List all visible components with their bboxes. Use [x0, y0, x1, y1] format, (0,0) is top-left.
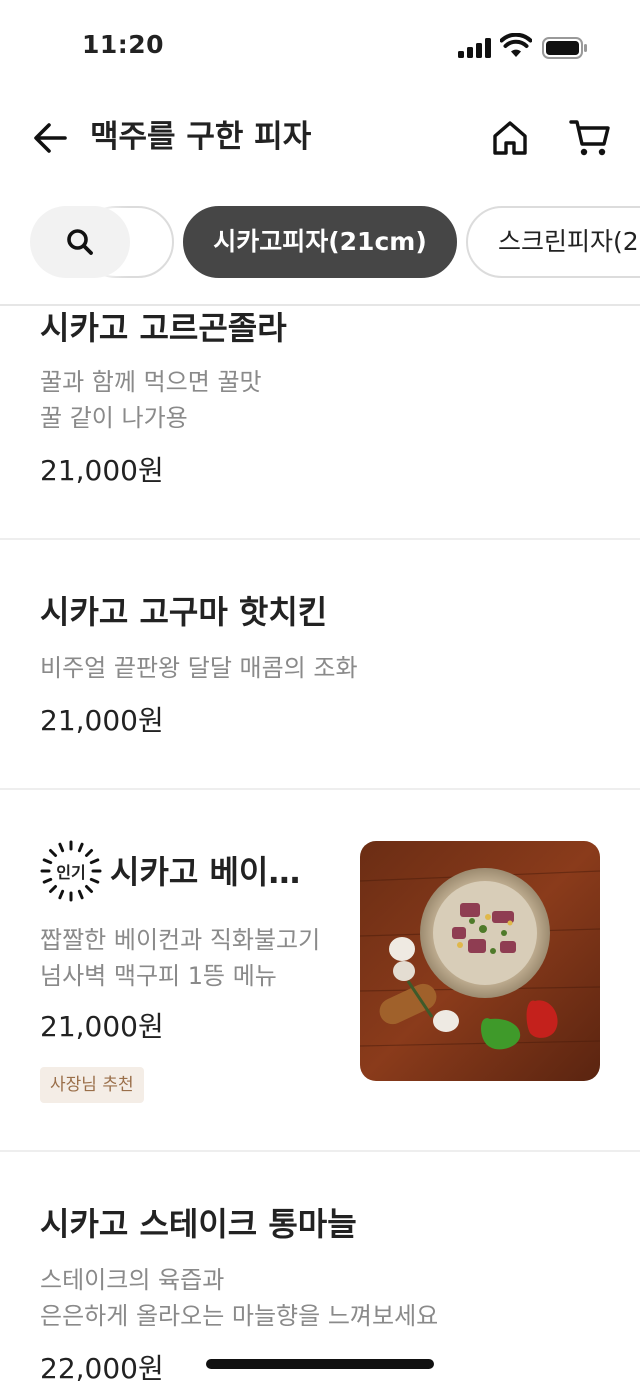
cart-icon [569, 120, 610, 156]
description-line: 스테이크의 육즙과 [40, 1266, 225, 1294]
menu-item-name: 시카고 고르곤졸라 [40, 309, 287, 347]
status-time: 11:20 [82, 30, 165, 59]
popular-badge: 인기 [40, 840, 102, 902]
cart-button[interactable] [565, 114, 615, 162]
menu-item-price: 21,000원 [40, 704, 164, 737]
page-title: 맥주를 구한 피자 [90, 119, 312, 155]
description-line: 짭짤한 베이컨과 직화불고기 [40, 926, 321, 954]
pizza-photo [360, 841, 600, 1081]
tab-chicago-pizza[interactable]: 시카고피자(21cm) [183, 206, 457, 278]
back-button[interactable] [28, 116, 72, 160]
home-icon [493, 121, 527, 155]
menu-item-description: 짭짤한 베이컨과 직화불고기 넘사벽 맥구피 1뜽 메뉴 [40, 922, 320, 994]
menu-item-description: 스테이크의 육즙과 은은하게 올라오는 마늘향을 느껴보세요 [40, 1262, 438, 1334]
menu-item[interactable]: 시카고 고구마 핫치킨 비주얼 끝판왕 달달 매콤의 조화 21,000원 [0, 540, 640, 790]
menu-item-description: 비주얼 끝판왕 달달 매콤의 조화 [40, 650, 358, 686]
menu-item[interactable]: 인기 시카고 베이… 짭짤한 베이컨과 직화불고기 넘사벽 맥구피 1뜽 메뉴 … [0, 790, 640, 1152]
cellular-signal-icon [458, 38, 492, 58]
description-line: 은은하게 올라오는 마늘향을 느껴보세요 [40, 1302, 439, 1330]
menu-item[interactable]: 시카고 고르곤졸라 꿀과 함께 먹으면 꿀맛 꿀 같이 나가용 21,000원 [0, 306, 640, 540]
menu-item-price: 21,000원 [40, 454, 164, 487]
wifi-icon [499, 32, 533, 59]
menu-item-price: 21,000원 [40, 1010, 164, 1043]
menu-item-description: 꿀과 함께 먹으면 꿀맛 꿀 같이 나가용 [40, 364, 262, 436]
description-line: 꿀과 함께 먹으면 꿀맛 [40, 368, 262, 396]
battery-icon [542, 37, 588, 59]
description-line: 꿀 같이 나가용 [40, 404, 188, 432]
description-line: 비주얼 끝판왕 달달 매콤의 조화 [40, 654, 358, 682]
menu-item[interactable]: 시카고 스테이크 통마늘 스테이크의 육즙과 은은하게 올라오는 마늘향을 느껴… [0, 1152, 640, 1386]
search-button[interactable] [30, 206, 130, 278]
status-bar: 11:20 [0, 0, 640, 96]
menu-item-price: 22,000원 [40, 1352, 164, 1385]
arrow-left-icon [34, 123, 67, 153]
category-tab-bar: 시카고피자(21cm) 스크린피자(2 [0, 188, 640, 306]
top-navigation-bar: 맥주를 구한 피자 [0, 96, 640, 180]
menu-item-name: 시카고 스테이크 통마늘 [40, 1205, 357, 1243]
tab-screen-pizza[interactable]: 스크린피자(2 [466, 206, 640, 278]
recommendation-tag: 사장님 추천 [40, 1067, 144, 1103]
search-icon [67, 229, 93, 255]
popular-badge-label: 인기 [56, 863, 86, 882]
description-line: 넘사벽 맥구피 1뜽 메뉴 [40, 962, 277, 990]
menu-item-name: 시카고 고구마 핫치킨 [40, 593, 328, 631]
menu-item-image [360, 841, 600, 1081]
home-indicator[interactable] [206, 1359, 434, 1369]
menu-item-name: 시카고 베이… [110, 853, 301, 891]
home-button[interactable] [486, 114, 534, 162]
